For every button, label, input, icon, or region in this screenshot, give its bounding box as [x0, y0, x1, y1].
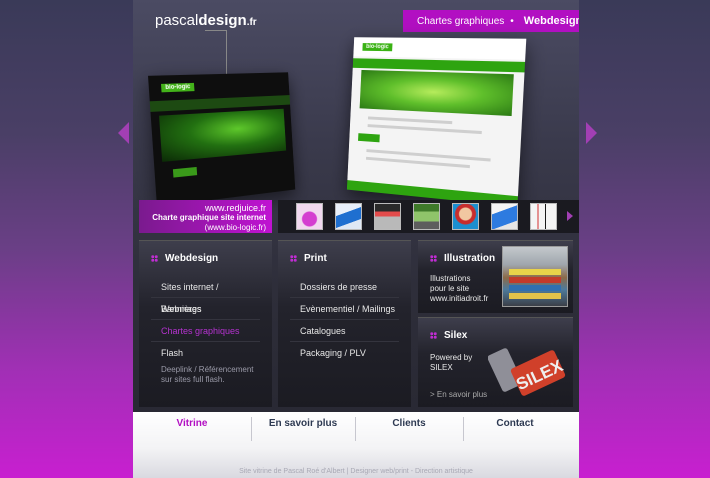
dark-site-mockup: bio-logic [147, 72, 296, 207]
bullet-icon [290, 255, 297, 262]
showcase-caption: www.redjuice.fr Charte graphique site in… [139, 200, 272, 233]
showcase-subtitle: (www.bio-logic.fr) [204, 223, 266, 232]
next-arrow-icon[interactable] [586, 122, 597, 144]
thumbnail-strip [278, 200, 579, 233]
book-icon [509, 293, 561, 299]
breadcrumb-current: Webdesign [523, 15, 579, 27]
mockup-brand-tag: bio-logic [160, 82, 195, 93]
nav-vitrine[interactable]: Vitrine [133, 412, 251, 436]
silex-title-text: Silex [444, 330, 468, 341]
previous-arrow-icon[interactable] [118, 122, 129, 144]
webdesign-note: Deeplink / Référencement sur sites full … [161, 365, 254, 384]
mockup-text-line [367, 116, 453, 125]
menu-item-chartes-graphiques[interactable]: Chartes graphiques [151, 320, 260, 342]
showcase-title: Charte graphique site internet [152, 213, 266, 222]
mockup-hero-image [359, 69, 514, 117]
bottom-navigation: Vitrine En savoir plus Clients Contact S… [133, 412, 579, 478]
silex-logo-icon[interactable]: SILEX [488, 340, 568, 400]
book-icon [509, 277, 561, 283]
breadcrumb-parent[interactable]: Chartes graphiques [417, 16, 504, 27]
print-menu: Dossiers de presse Evènementiel / Mailin… [290, 276, 399, 364]
breadcrumb-separator: • [510, 15, 514, 27]
purple-drop-icon[interactable] [296, 203, 323, 230]
webdesign-title-text: Webdesign [165, 253, 219, 264]
mockup-hero-image [159, 108, 287, 162]
nav-clients[interactable]: Clients [355, 412, 463, 436]
bullet-icon [430, 332, 437, 339]
menu-item-dossiers-presse[interactable]: Dossiers de presse [290, 276, 399, 298]
silex-line-1: Powered by [430, 353, 473, 362]
illustration-line-1: Illustrations [430, 274, 471, 283]
illustration-text: Illustrations pour le site www.initiadro… [430, 274, 488, 304]
menu-item-sites-internet[interactable]: Sites internet / Webmags [151, 276, 260, 314]
green-site-icon[interactable] [413, 203, 440, 230]
illustration-title: Illustration [430, 253, 495, 264]
footer-credits: Site vitrine de Pascal Roé d'Albert | De… [239, 468, 473, 475]
menu-item-bannieres[interactable]: Bannières [151, 298, 260, 320]
mockup-text-line [367, 124, 482, 135]
illustration-link[interactable]: www.initiadroit.fr [430, 294, 488, 304]
illustration-line-2: pour le site [430, 284, 470, 293]
silex-text: Powered by SILEX [430, 353, 472, 373]
site-container: pascaldesign.fr Chartes graphiques • Web… [133, 0, 579, 478]
mockup-button [358, 133, 380, 143]
mockup-button [172, 166, 198, 178]
illustration-title-text: Illustration [444, 253, 496, 264]
bullet-icon [430, 255, 437, 262]
print-title: Print [290, 253, 327, 264]
webdesign-title: Webdesign [151, 253, 218, 264]
logo-part-1: pascal [155, 12, 199, 29]
logo-part-2: design [198, 12, 247, 29]
silex-line-2: SILEX [430, 363, 453, 372]
blue-banner-icon[interactable] [335, 203, 362, 230]
illustration-panel: Illustration Illustrations pour le site … [418, 240, 573, 313]
silex-panel: Silex Powered by SILEX SILEX > En savoir… [418, 317, 573, 407]
illustration-books-image[interactable] [502, 246, 568, 307]
webpage-icon[interactable] [374, 203, 401, 230]
logo-part-3: .fr [246, 17, 257, 28]
webdesign-panel: Webdesign Sites internet / Webmags Banni… [139, 240, 272, 407]
nav-en-savoir-plus[interactable]: En savoir plus [251, 412, 355, 436]
webdesign-menu: Sites internet / Webmags Bannières Chart… [151, 276, 260, 364]
print-panel: Print Dossiers de presse Evènementiel / … [278, 240, 411, 407]
cards-icon[interactable] [530, 203, 557, 230]
logo[interactable]: pascaldesign.fr [155, 12, 257, 29]
character-icon[interactable] [452, 203, 479, 230]
bullet-icon [151, 255, 158, 262]
menu-item-evenementiel[interactable]: Evènementiel / Mailings [290, 298, 399, 320]
blue-folder-icon[interactable] [491, 203, 518, 230]
menu-item-flash[interactable]: Flash [151, 342, 260, 364]
mockup-brand-tag: bio-logic [362, 43, 393, 52]
silex-title: Silex [430, 330, 467, 341]
menu-item-packaging[interactable]: Packaging / PLV [290, 342, 399, 364]
book-icon [509, 269, 561, 275]
silex-more-link[interactable]: > En savoir plus [430, 390, 487, 399]
breadcrumb: Chartes graphiques • Webdesign [403, 10, 579, 32]
menu-item-catalogues[interactable]: Catalogues [290, 320, 399, 342]
strip-next-arrow-icon[interactable] [567, 211, 573, 221]
showcase-url[interactable]: www.redjuice.fr [139, 203, 266, 213]
light-site-mockup: bio-logic [346, 37, 527, 207]
nav-contact[interactable]: Contact [463, 412, 567, 436]
book-icon [509, 285, 561, 291]
print-title-text: Print [304, 253, 327, 264]
